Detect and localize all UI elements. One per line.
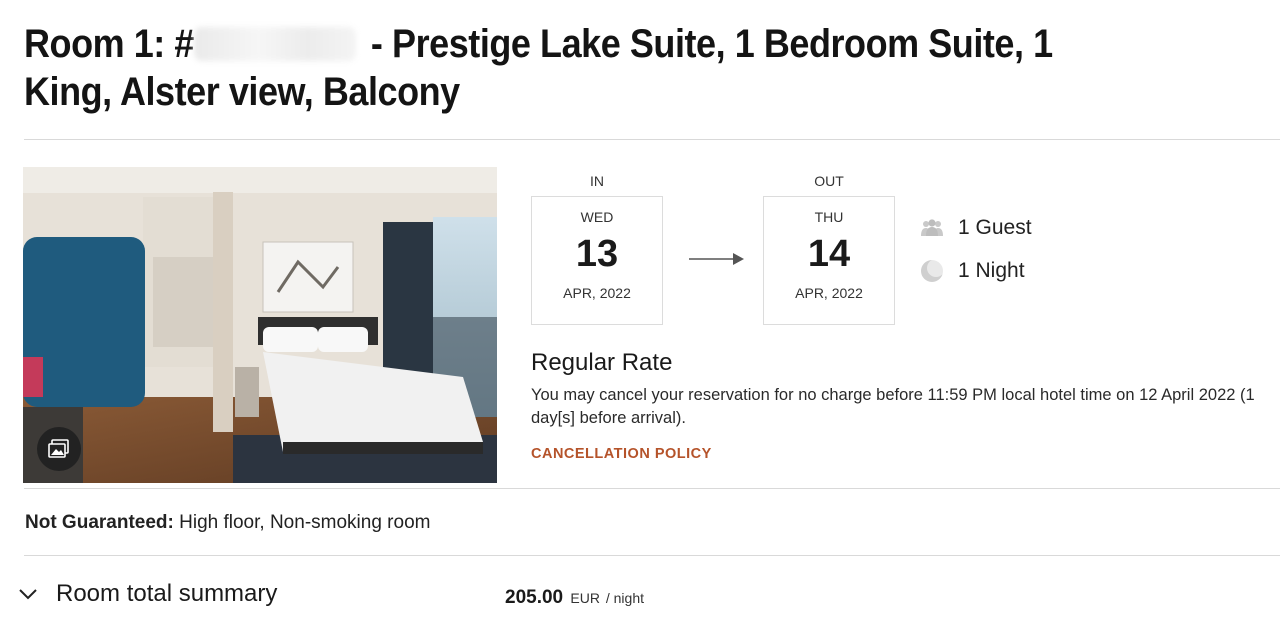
divider-middle xyxy=(24,488,1280,489)
checkin-dow: WED xyxy=(580,209,614,225)
guest-count-text: 1 Guest xyxy=(958,216,1032,239)
arrow-right-icon xyxy=(689,253,744,265)
preferences-label: Not Guaranteed: xyxy=(25,512,174,533)
redacted-confirmation-number xyxy=(193,27,356,61)
night-count-text: 1 Night xyxy=(958,259,1025,282)
preferences-value: High floor, Non-smoking room xyxy=(173,512,431,533)
chevron-down-icon xyxy=(18,584,38,604)
guest-count: 1 Guest xyxy=(920,216,1032,240)
checkout-date: THU 14 APR, 2022 xyxy=(763,196,895,325)
room-photo-image xyxy=(23,167,497,483)
gallery-icon xyxy=(48,439,69,458)
rate-title: Regular Rate xyxy=(531,349,673,376)
night-count: 1 Night xyxy=(920,259,1025,283)
room-total-summary-label: Room total summary xyxy=(56,580,278,607)
divider-bottom xyxy=(24,555,1280,556)
divider-top xyxy=(24,139,1280,140)
room-title: Room 1: # - Prestige Lake Suite, 1 Bedro… xyxy=(24,20,1122,116)
price-currency: EUR xyxy=(570,590,600,606)
room-photo[interactable] xyxy=(23,167,497,483)
room-title-prefix: Room 1: # xyxy=(24,22,194,66)
room-preferences: Not Guaranteed: High floor, Non-smoking … xyxy=(25,512,430,534)
room-total-summary-toggle[interactable]: Room total summary xyxy=(18,580,277,608)
nightly-price: 205.00 EUR / night xyxy=(505,587,644,609)
price-amount: 205.00 xyxy=(505,587,564,608)
checkin-month-year: APR, 2022 xyxy=(563,285,631,301)
checkout-month-year: APR, 2022 xyxy=(795,285,863,301)
rate-description: You may cancel your reservation for no c… xyxy=(531,386,1255,427)
checkout-day: 14 xyxy=(807,233,851,275)
checkin-date: WED 13 APR, 2022 xyxy=(531,196,663,325)
cancellation-policy-link[interactable]: CANCELLATION POLICY xyxy=(531,446,712,462)
price-per-unit: / night xyxy=(601,590,644,606)
checkout-dow: THU xyxy=(814,209,844,225)
checkout-label: OUT xyxy=(814,173,844,189)
guests-icon xyxy=(920,216,944,240)
checkin-day: 13 xyxy=(575,233,619,275)
checkin-label: IN xyxy=(590,173,604,189)
moon-icon xyxy=(920,259,944,283)
photo-gallery-button[interactable] xyxy=(37,427,81,471)
